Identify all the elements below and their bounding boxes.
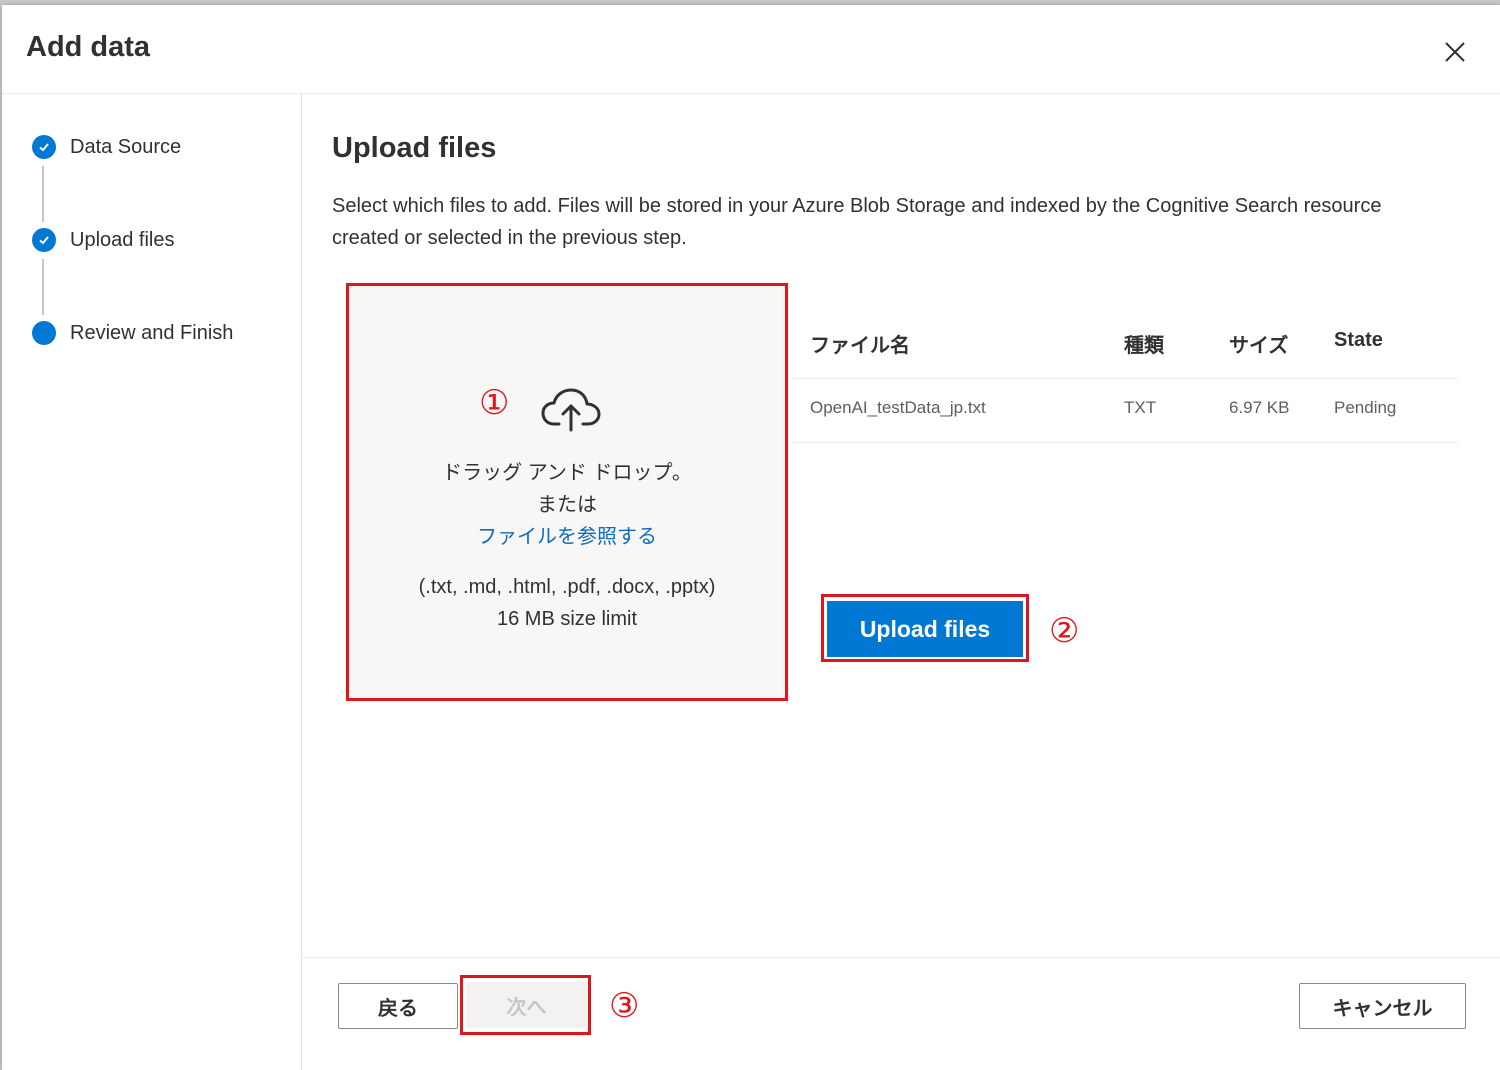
step-connector bbox=[42, 166, 44, 222]
column-header-filename[interactable]: ファイル名 bbox=[810, 329, 910, 358]
step-label: Review and Finish bbox=[70, 321, 234, 344]
table-header: ファイル名 種類 サイズ State bbox=[792, 319, 1458, 379]
next-button[interactable]: 次へ bbox=[466, 982, 587, 1028]
wizard-sidebar: Data Source Upload files Review and Fini… bbox=[2, 94, 302, 1070]
annotation-marker: ③ bbox=[609, 987, 640, 1025]
accepted-formats: (.txt, .md, .html, .pdf, .docx, .pptx) bbox=[418, 576, 716, 598]
step-review-and-finish[interactable]: Review and Finish bbox=[32, 320, 233, 346]
close-button[interactable] bbox=[1438, 35, 1472, 69]
column-header-type[interactable]: 種類 bbox=[1124, 329, 1164, 358]
cell-state: Pending bbox=[1334, 398, 1397, 417]
checkmark-icon bbox=[32, 228, 56, 252]
step-connector bbox=[42, 259, 44, 315]
drag-drop-text: ドラッグ アンド ドロップ。 bbox=[442, 462, 692, 484]
annotation-marker: ② bbox=[1049, 612, 1080, 650]
upload-button-highlight: Upload files bbox=[821, 594, 1029, 662]
add-data-dialog: Add data Data Source Upload files Review… bbox=[2, 5, 1500, 1070]
annotation-marker: ① bbox=[479, 384, 510, 422]
dialog-title: Add data bbox=[26, 31, 151, 63]
cell-size: 6.97 KB bbox=[1229, 398, 1290, 417]
next-button-highlight: 次へ bbox=[460, 975, 591, 1035]
footer-divider bbox=[302, 957, 1500, 958]
size-limit: 16 MB size limit bbox=[496, 608, 638, 630]
cell-type: TXT bbox=[1124, 398, 1157, 417]
page-heading: Upload files bbox=[332, 132, 497, 164]
back-button[interactable]: 戻る bbox=[338, 983, 458, 1029]
column-header-state[interactable]: State bbox=[1334, 329, 1383, 352]
file-dropzone[interactable]: ① ドラッグ アンド ドロップ。 または ファイルを参照する (.txt, .m… bbox=[346, 283, 788, 701]
filled-circle-icon bbox=[32, 321, 56, 345]
cell-filename: OpenAI_testData_jp.txt bbox=[810, 398, 986, 417]
upload-files-button[interactable]: Upload files bbox=[827, 601, 1023, 657]
cloud-upload-icon bbox=[541, 388, 601, 432]
step-data-source[interactable]: Data Source bbox=[32, 134, 181, 160]
cancel-button[interactable]: キャンセル bbox=[1299, 983, 1466, 1029]
browse-files-link[interactable]: ファイルを参照する bbox=[349, 520, 785, 549]
step-upload-files[interactable]: Upload files bbox=[32, 227, 175, 253]
step-label: Data Source bbox=[70, 135, 182, 158]
checkmark-icon bbox=[32, 135, 56, 159]
close-icon bbox=[1445, 42, 1465, 62]
table-row[interactable]: OpenAI_testData_jp.txt TXT 6.97 KB Pendi… bbox=[792, 379, 1458, 443]
page-description: Select which files to add. Files will be… bbox=[332, 195, 1382, 249]
main-panel: Upload files Select which files to add. … bbox=[302, 94, 1500, 1070]
or-text: または bbox=[537, 494, 597, 516]
column-header-size[interactable]: サイズ bbox=[1229, 329, 1288, 358]
step-label: Upload files bbox=[70, 228, 175, 251]
